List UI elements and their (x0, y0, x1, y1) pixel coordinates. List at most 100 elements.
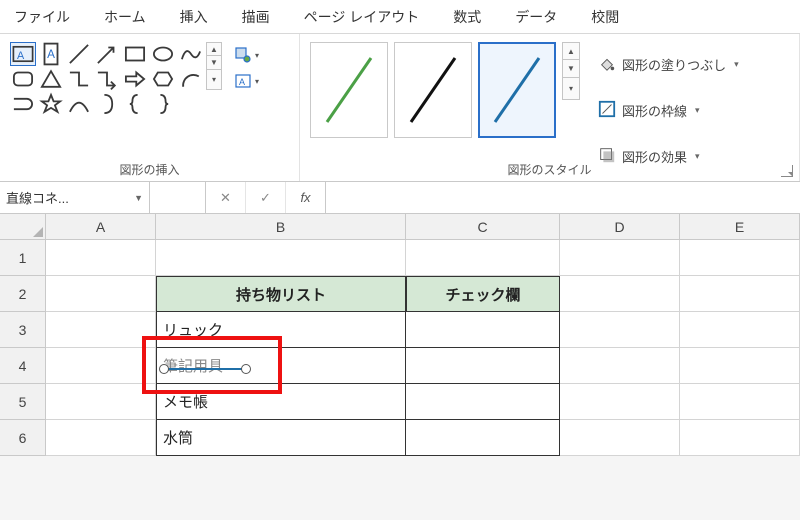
cell-D1[interactable] (560, 240, 680, 276)
styles-scroll-more-icon[interactable]: ▾ (562, 78, 580, 100)
formula-bar: 直線コネ... ▼ ✕ ✓ fx (0, 182, 800, 214)
col-header-D[interactable]: D (560, 214, 680, 240)
cell-A3[interactable] (46, 312, 156, 348)
cell-C4[interactable] (406, 348, 560, 384)
row-header-4[interactable]: 4 (0, 348, 46, 384)
shapes-gallery[interactable]: A A (10, 42, 204, 116)
shape-style-2[interactable] (394, 42, 472, 138)
shape-textbox-icon[interactable]: A (10, 42, 36, 66)
cancel-formula-button[interactable]: ✕ (206, 182, 246, 213)
cell-A4[interactable] (46, 348, 156, 384)
cell-D6[interactable] (560, 420, 680, 456)
group-dialog-launcher[interactable] (781, 165, 793, 177)
shape-curve-icon[interactable] (66, 92, 92, 116)
shapes-gallery-scroll[interactable]: ▲ ▼ ▾ (206, 42, 222, 90)
tab-formulas[interactable]: 数式 (453, 7, 481, 27)
tab-draw[interactable]: 描画 (242, 7, 270, 27)
formula-input[interactable] (326, 182, 800, 213)
styles-scroll-up-icon[interactable]: ▲ (562, 42, 580, 60)
cell-E3[interactable] (680, 312, 800, 348)
row-header-2[interactable]: 2 (0, 276, 46, 312)
cell-C1[interactable] (406, 240, 560, 276)
shape-arc-icon[interactable] (178, 67, 204, 91)
group-label-styles: 図形のスタイル (300, 161, 799, 178)
cell-B6[interactable]: 水筒 (156, 420, 406, 456)
row-header-5[interactable]: 5 (0, 384, 46, 420)
tab-review[interactable]: 校閲 (591, 7, 619, 27)
cell-C3[interactable] (406, 312, 560, 348)
cell-E1[interactable] (680, 240, 800, 276)
group-insert-shapes: A A (0, 34, 300, 181)
cell-A5[interactable] (46, 384, 156, 420)
col-header-B[interactable]: B (156, 214, 406, 240)
col-header-E[interactable]: E (680, 214, 800, 240)
shape-freeform-icon[interactable] (178, 42, 204, 66)
cell-E4[interactable] (680, 348, 800, 384)
cell-A6[interactable] (46, 420, 156, 456)
shape-arrow-line-icon[interactable] (94, 42, 120, 66)
worksheet[interactable]: A B C D E 1 2 持ち物リスト チェック欄 3 リュック 4 筆記用具 (0, 214, 800, 456)
col-header-C[interactable]: C (406, 214, 560, 240)
shape-style-1[interactable] (310, 42, 388, 138)
shapes-scroll-up-icon[interactable]: ▲ (206, 42, 222, 56)
shape-rectangle-icon[interactable] (122, 42, 148, 66)
tab-insert[interactable]: 挿入 (180, 7, 208, 27)
shapes-scroll-more-icon[interactable]: ▾ (206, 70, 222, 90)
tab-file[interactable]: ファイル (14, 7, 70, 27)
select-all-corner[interactable] (0, 214, 46, 240)
cell-E6[interactable] (680, 420, 800, 456)
name-box[interactable]: 直線コネ... ▼ (0, 182, 150, 213)
row-header-1[interactable]: 1 (0, 240, 46, 276)
shape-line-icon[interactable] (66, 42, 92, 66)
col-header-A[interactable]: A (46, 214, 156, 240)
cell-B5[interactable]: メモ帳 (156, 384, 406, 420)
shape-flowchart-icon[interactable] (10, 92, 36, 116)
cell-C5[interactable] (406, 384, 560, 420)
tab-home[interactable]: ホーム (104, 7, 146, 27)
shape-outline-label: 図形の枠線 (622, 101, 687, 120)
cell-D2[interactable] (560, 276, 680, 312)
cell-D4[interactable] (560, 348, 680, 384)
shape-elbow-icon[interactable] (66, 67, 92, 91)
svg-text:A: A (239, 77, 245, 87)
shape-oval-icon[interactable] (150, 42, 176, 66)
shape-textbox-vert-icon[interactable]: A (38, 42, 64, 66)
cell-B4[interactable]: 筆記用具 (156, 348, 406, 384)
shape-elbow-arrow-icon[interactable] (94, 67, 120, 91)
cell-A1[interactable] (46, 240, 156, 276)
shape-fill-button[interactable]: 図形の塗りつぶし▾ (598, 46, 739, 82)
text-box-button[interactable]: A▾ (232, 70, 260, 92)
cell-D3[interactable] (560, 312, 680, 348)
cell-B2[interactable]: 持ち物リスト (156, 276, 406, 312)
styles-gallery-scroll[interactable]: ▲ ▼ ▾ (562, 42, 580, 100)
tab-layout[interactable]: ページ レイアウト (304, 7, 420, 27)
cell-B3[interactable]: リュック (156, 312, 406, 348)
cell-D5[interactable] (560, 384, 680, 420)
shape-brace-close-icon[interactable] (150, 92, 176, 116)
shape-roundrect-icon[interactable] (10, 67, 36, 91)
chevron-down-icon[interactable]: ▼ (134, 193, 143, 203)
cell-C6[interactable] (406, 420, 560, 456)
shape-brace-open-icon[interactable] (122, 92, 148, 116)
edit-shape-button[interactable]: ▾ (232, 44, 260, 66)
shape-style-3[interactable] (478, 42, 556, 138)
fx-icon[interactable]: fx (286, 182, 326, 213)
styles-scroll-down-icon[interactable]: ▼ (562, 60, 580, 78)
shape-triangle-icon[interactable] (38, 67, 64, 91)
shapes-scroll-down-icon[interactable]: ▼ (206, 56, 222, 70)
shape-blank-icon[interactable] (178, 92, 204, 116)
tab-data[interactable]: データ (515, 7, 557, 27)
cell-E5[interactable] (680, 384, 800, 420)
shape-bracket-close-icon[interactable] (94, 92, 120, 116)
cell-B1[interactable] (156, 240, 406, 276)
confirm-formula-button[interactable]: ✓ (246, 182, 286, 213)
shape-arrow-right-icon[interactable] (122, 67, 148, 91)
shape-hexagon-icon[interactable] (150, 67, 176, 91)
shape-star-icon[interactable] (38, 92, 64, 116)
cell-E2[interactable] (680, 276, 800, 312)
row-header-3[interactable]: 3 (0, 312, 46, 348)
cell-C2[interactable]: チェック欄 (406, 276, 560, 312)
row-header-6[interactable]: 6 (0, 420, 46, 456)
shape-outline-button[interactable]: 図形の枠線▾ (598, 92, 739, 128)
cell-A2[interactable] (46, 276, 156, 312)
